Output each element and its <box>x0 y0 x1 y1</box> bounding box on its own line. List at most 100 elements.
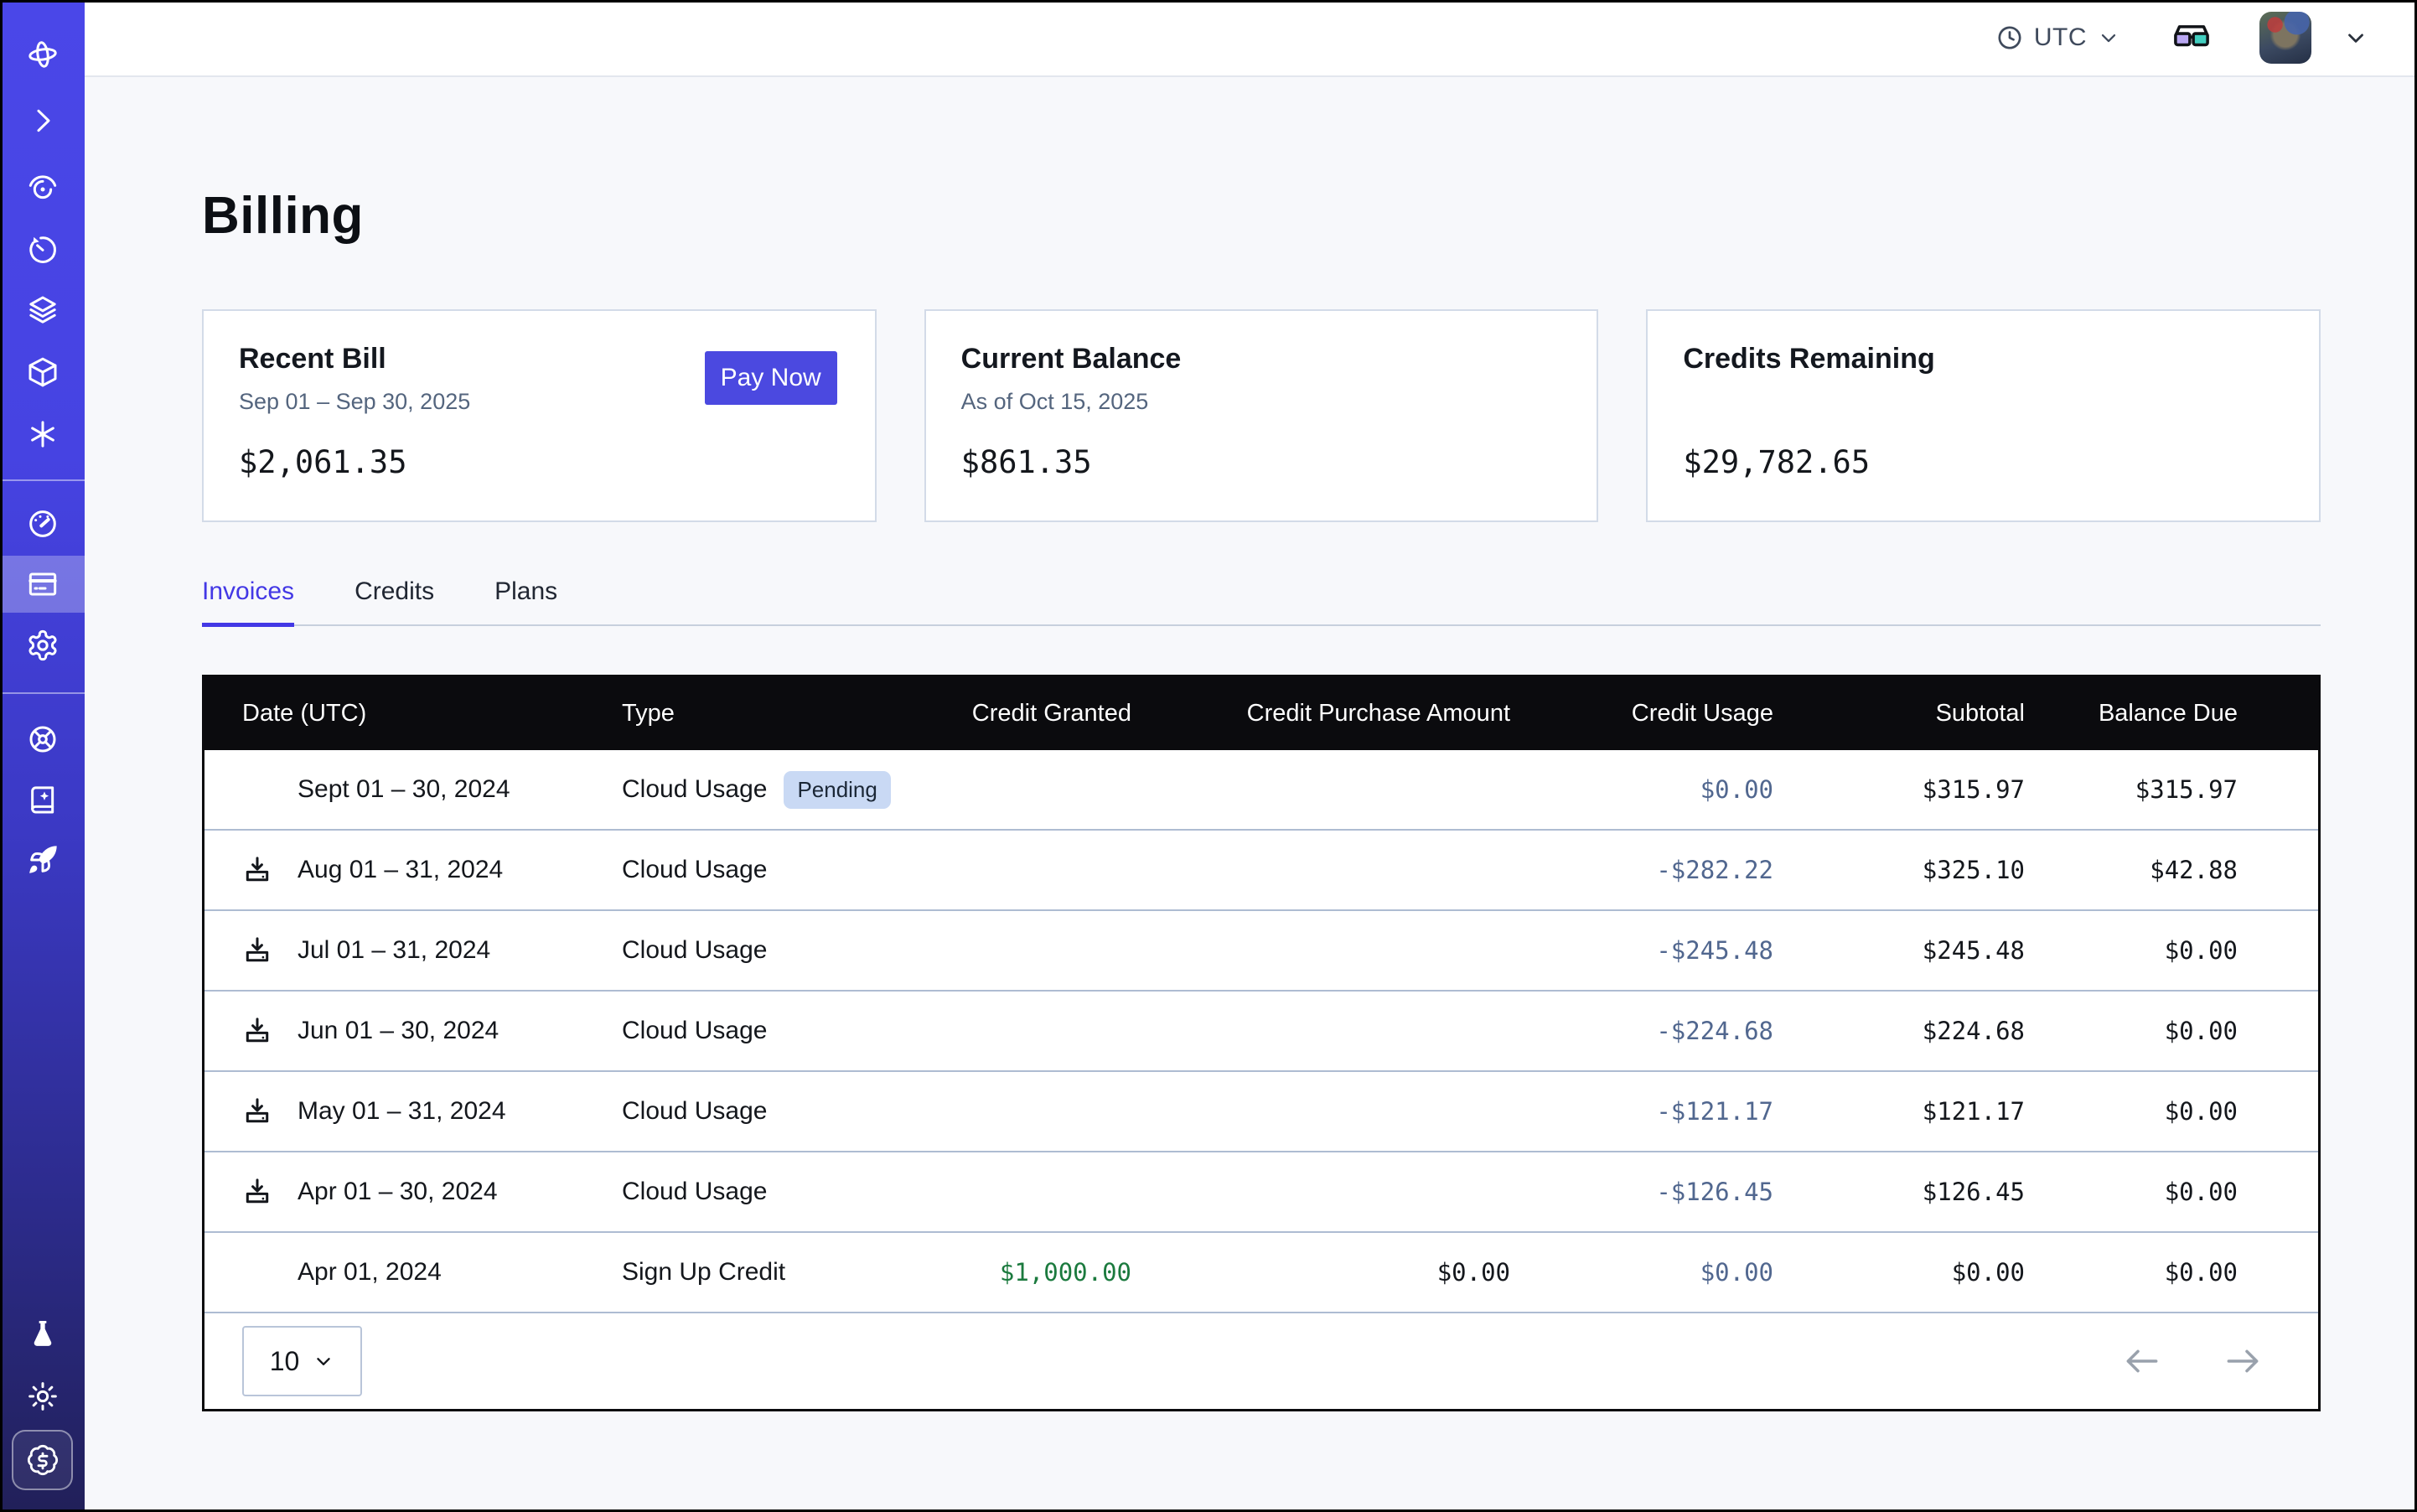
tab-invoices[interactable]: Invoices <box>202 577 294 624</box>
invoice-date: Apr 01, 2024 <box>298 1258 442 1287</box>
balance-due-cell: $0.00 <box>2025 1178 2238 1206</box>
cube-icon[interactable] <box>0 342 85 402</box>
labs-flask-icon[interactable] <box>0 1304 85 1364</box>
download-invoice-button[interactable] <box>242 1177 272 1207</box>
column-header: Credit Usage <box>1510 700 1773 728</box>
invoice-type-cell: Cloud Usage <box>622 1178 924 1206</box>
invoice-date: Aug 01 – 31, 2024 <box>298 856 503 884</box>
download-invoice-button[interactable] <box>242 855 272 885</box>
credit-usage-cell: -$224.68 <box>1510 1017 1773 1045</box>
card-amount: $861.35 <box>961 444 1562 480</box>
credit-usage-cell: -$126.45 <box>1510 1178 1773 1206</box>
credit-usage-cell: $0.00 <box>1510 1258 1773 1287</box>
avatar[interactable] <box>2259 12 2311 64</box>
download-slot <box>242 1096 298 1126</box>
table-body: Sept 01 – 30, 2024 Cloud Usage Pending $0.0… <box>204 750 2318 1313</box>
subtotal-cell: $245.48 <box>1773 936 2025 965</box>
download-invoice-button[interactable] <box>242 1096 272 1126</box>
invoice-date: Sept 01 – 30, 2024 <box>298 775 510 804</box>
invoice-date-cell: Apr 01 – 30, 2024 <box>242 1177 622 1207</box>
timezone-picker[interactable]: UTC <box>1995 23 2120 52</box>
invoices-table: Date (UTC) Type Credit Granted Credit Pu… <box>202 675 2321 1411</box>
card-title: Current Balance <box>961 343 1562 375</box>
observe-icon[interactable] <box>0 158 85 218</box>
card-amount: $2,061.35 <box>239 444 840 480</box>
invoice-type: Sign Up Credit <box>622 1258 785 1287</box>
page-size-select[interactable]: 10 <box>242 1326 362 1396</box>
timezone-label: UTC <box>2034 23 2087 52</box>
account-menu-button[interactable] <box>2343 25 2368 50</box>
column-header: Subtotal <box>1773 700 2025 728</box>
logo-orbit-icon[interactable] <box>0 24 85 85</box>
invoice-type-cell: Cloud Usage <box>622 1017 924 1045</box>
main-content: Billing Recent Bill Sep 01 – Sep 30, 202… <box>85 77 2417 1411</box>
billing-tabs: Invoices Credits Plans <box>202 577 2321 626</box>
arrow-right-icon <box>2223 1344 2263 1378</box>
invoice-date-cell: Aug 01 – 31, 2024 <box>242 855 622 885</box>
history-timer-icon[interactable] <box>0 220 85 280</box>
invoice-date: Jul 01 – 31, 2024 <box>298 936 490 965</box>
table-footer: 10 <box>204 1313 2318 1409</box>
subtotal-cell: $315.97 <box>1773 775 2025 804</box>
invoice-type: Cloud Usage <box>622 1097 767 1126</box>
sidebar-divider <box>0 692 85 694</box>
invoice-date-cell: Apr 01, 2024 <box>242 1258 622 1287</box>
sidebar <box>0 0 85 1512</box>
invoice-row: Jul 01 – 31, 2024Cloud Usage-$245.48$245… <box>204 911 2318 992</box>
credit-usage-cell: $0.00 <box>1510 775 1773 804</box>
column-header: Credit Purchase Amount <box>1131 700 1510 728</box>
vision-mode-toggle[interactable] <box>2172 21 2211 54</box>
balance-due-cell: $42.88 <box>2025 856 2238 884</box>
invoice-row: May 01 – 31, 2024Cloud Usage-$121.17$121… <box>204 1072 2318 1152</box>
invoice-row: Sept 01 – 30, 2024Cloud UsagePending$0.0… <box>204 750 2318 831</box>
docs-book-icon[interactable] <box>0 769 85 830</box>
rocket-icon[interactable] <box>0 830 85 890</box>
sidebar-divider <box>0 479 85 481</box>
subtotal-cell: $121.17 <box>1773 1097 2025 1126</box>
balance-due-cell: $0.00 <box>2025 936 2238 965</box>
invoice-row: Apr 01 – 30, 2024Cloud Usage -$126.45$126… <box>204 1152 2318 1233</box>
billing-card-icon[interactable] <box>0 554 85 614</box>
prev-page-button[interactable] <box>2122 1344 2162 1378</box>
rewards-dollar-badge-button[interactable] <box>12 1430 73 1490</box>
download-slot <box>242 935 298 966</box>
card-amount: $29,782.65 <box>1683 444 2284 480</box>
pending-badge: Pending <box>784 771 890 809</box>
table-header-row: Date (UTC) Type Credit Granted Credit Pu… <box>204 677 2318 750</box>
download-invoice-button[interactable] <box>242 935 272 966</box>
card-subtitle: As of Oct 15, 2025 <box>961 389 1562 416</box>
invoice-date-cell: May 01 – 31, 2024 <box>242 1096 622 1126</box>
subtotal-cell: $325.10 <box>1773 856 2025 884</box>
invoice-row: Apr 01, 2024Sign Up Credit$1,000.00$0.00… <box>204 1233 2318 1313</box>
invoice-type: Cloud Usage <box>622 1178 767 1206</box>
usage-gauge-icon[interactable] <box>0 494 85 554</box>
invoice-date-cell: Jul 01 – 31, 2024 <box>242 935 622 966</box>
column-header: Date (UTC) <box>242 700 622 728</box>
current-balance-card: Current Balance As of Oct 15, 2025 $861.… <box>924 309 1599 522</box>
arrow-left-icon <box>2122 1344 2162 1378</box>
tab-plans[interactable]: Plans <box>494 577 557 624</box>
invoice-date-cell: Jun 01 – 30, 2024 <box>242 1016 622 1046</box>
invoice-row: Jun 01 – 30, 2024Cloud Usage-$224.68$224… <box>204 992 2318 1072</box>
collapse-chevron-icon[interactable] <box>0 91 85 151</box>
helm-wheel-icon[interactable] <box>0 709 85 769</box>
card-title: Credits Remaining <box>1683 343 2284 375</box>
chevron-down-icon <box>313 1350 334 1372</box>
asterisk-icon[interactable] <box>0 404 85 464</box>
next-page-button[interactable] <box>2223 1344 2263 1378</box>
theme-sun-icon[interactable] <box>0 1366 85 1427</box>
subtotal-cell: $126.45 <box>1773 1178 2025 1206</box>
invoice-type-cell: Sign Up Credit <box>622 1258 924 1287</box>
download-slot <box>242 1016 298 1046</box>
subtotal-cell: $0.00 <box>1773 1258 2025 1287</box>
summary-cards: Recent Bill Sep 01 – Sep 30, 2025 $2,061… <box>202 309 2321 522</box>
pay-now-button[interactable]: Pay Now <box>705 351 837 405</box>
tab-credits[interactable]: Credits <box>355 577 434 624</box>
layers-icon[interactable] <box>0 280 85 340</box>
clock-icon <box>1995 23 2024 52</box>
credit-usage-cell: -$282.22 <box>1510 856 1773 884</box>
settings-gear-icon[interactable] <box>0 615 85 676</box>
download-invoice-button[interactable] <box>242 1016 272 1046</box>
chevron-down-icon <box>2097 26 2120 49</box>
download-slot <box>242 1177 298 1207</box>
